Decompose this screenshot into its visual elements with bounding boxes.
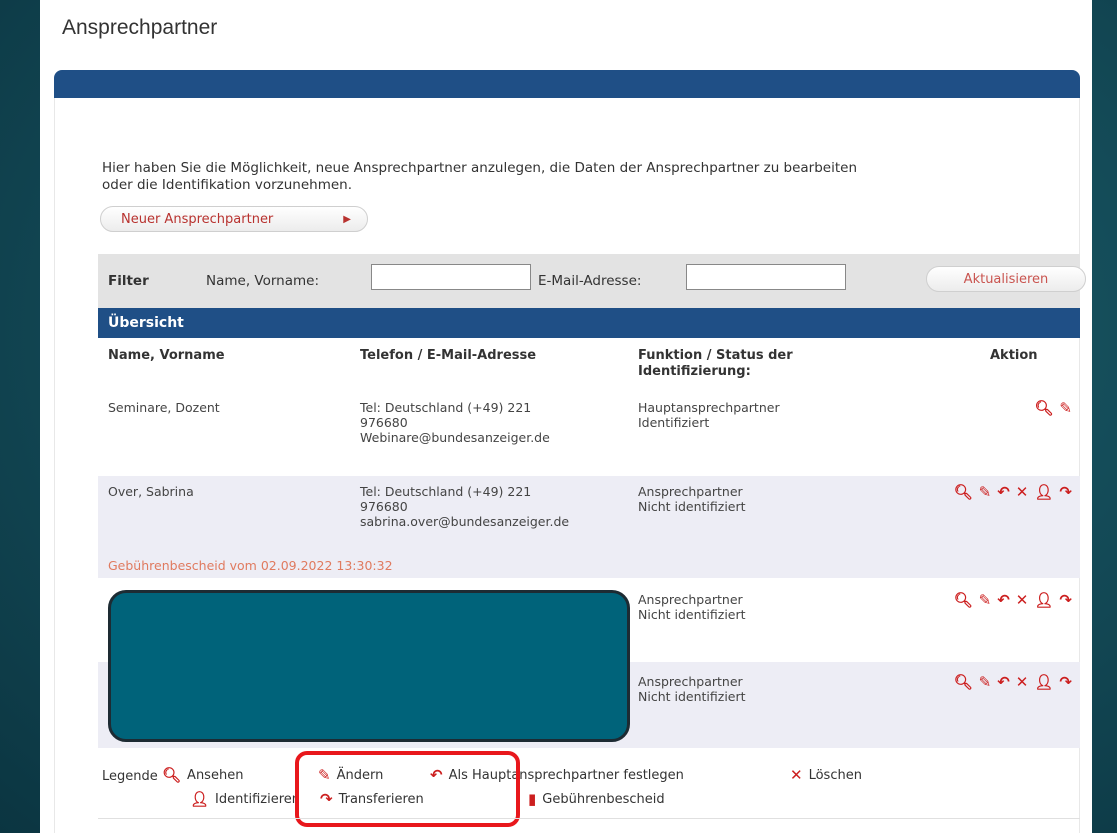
row-function-label: Ansprechpartner bbox=[638, 484, 743, 499]
legend-delete-label: Löschen bbox=[808, 767, 862, 783]
row-function: Hauptansprechpartner Identifiziert bbox=[638, 400, 780, 430]
row-actions: 🔍︎ ✎ ↶ ✕ 👤︎ ↷ bbox=[954, 592, 1072, 608]
row-phone-1: Tel: Deutschland (+49) 221 bbox=[360, 400, 532, 415]
row-function: Ansprechpartner Nicht identifiziert bbox=[638, 674, 746, 704]
redaction-box bbox=[108, 590, 630, 742]
row-function: Ansprechpartner Nicht identifiziert bbox=[638, 484, 746, 514]
filter-title: Filter bbox=[108, 273, 149, 289]
row-status: Nicht identifiziert bbox=[638, 499, 746, 514]
col-name: Name, Vorname bbox=[108, 348, 225, 363]
legend-identify-label: Identifizieren bbox=[215, 791, 300, 807]
row-email: Webinare@bundesanzeiger.de bbox=[360, 430, 550, 445]
refresh-button[interactable]: Aktualisieren bbox=[926, 266, 1086, 292]
intro-line-1: Hier haben Sie die Möglichkeit, neue Ans… bbox=[102, 160, 858, 176]
col-function-line1: Funktion / Status der bbox=[638, 348, 793, 363]
fee-notice-link[interactable]: Gebührenbescheid vom 02.09.2022 13:30:32 bbox=[108, 558, 393, 573]
reply-icon[interactable]: ↶ bbox=[997, 592, 1010, 608]
legend-delete: ✕ Löschen bbox=[790, 766, 862, 784]
row-function-label: Ansprechpartner bbox=[638, 674, 743, 689]
row-status: Nicht identifiziert bbox=[638, 689, 746, 704]
intro-line-2: oder die Identifikation vorzunehmen. bbox=[102, 177, 353, 193]
view-icon[interactable]: 🔍︎ bbox=[954, 484, 973, 500]
email-filter-label: E-Mail-Adresse: bbox=[538, 273, 642, 289]
reply-icon[interactable]: ↶ bbox=[997, 484, 1010, 500]
name-filter-label: Name, Vorname: bbox=[206, 273, 320, 289]
view-icon[interactable]: 🔍︎ bbox=[954, 592, 973, 608]
play-arrow-icon: ▶ bbox=[343, 214, 351, 225]
edit-icon[interactable]: ✎ bbox=[979, 592, 992, 608]
delete-icon: ✕ bbox=[790, 766, 803, 784]
row-actions: 🔍︎ ✎ ↶ ✕ 👤︎ ↷ bbox=[954, 484, 1072, 500]
document-icon: ▮ bbox=[528, 790, 537, 808]
row-status: Identifiziert bbox=[638, 415, 710, 430]
panel-header-bar bbox=[54, 70, 1080, 98]
row-function-label: Ansprechpartner bbox=[638, 592, 743, 607]
col-contact: Telefon / E-Mail-Adresse bbox=[360, 348, 537, 363]
page-title: Ansprechpartner bbox=[62, 16, 218, 39]
legend-fee: ▮ Gebührenbescheid bbox=[528, 790, 665, 808]
identify-user-icon: 👤︎ bbox=[190, 790, 210, 808]
row-actions: 🔍︎ ✎ ↶ ✕ 👤︎ ↷ bbox=[954, 674, 1072, 690]
row-actions: 🔍︎ ✎ bbox=[1034, 400, 1072, 416]
annotation-highlight-box bbox=[295, 751, 520, 827]
legend-identify: 👤︎ Identifizieren bbox=[190, 790, 300, 808]
identify-user-icon[interactable]: 👤︎ bbox=[1034, 484, 1053, 500]
transfer-icon[interactable]: ↷ bbox=[1059, 484, 1072, 500]
view-icon[interactable]: 🔍︎ bbox=[954, 674, 973, 690]
transfer-icon[interactable]: ↷ bbox=[1059, 674, 1072, 690]
legend-view: 🔍︎ Ansehen bbox=[162, 766, 243, 784]
divider bbox=[98, 818, 1080, 819]
view-icon: 🔍︎ bbox=[162, 766, 182, 784]
row-phone-2: 976680 bbox=[360, 415, 408, 430]
legend-view-label: Ansehen bbox=[187, 767, 244, 783]
filter-bar: Filter Name, Vorname: E-Mail-Adresse: Ak… bbox=[98, 254, 1086, 308]
new-contact-button[interactable]: Neuer Ansprechpartner ▶ bbox=[100, 206, 368, 232]
delete-icon[interactable]: ✕ bbox=[1016, 592, 1029, 608]
col-function: Funktion / Status der Identifizierung: bbox=[638, 348, 793, 380]
col-action: Aktion bbox=[990, 348, 1038, 363]
overview-header: Übersicht bbox=[98, 308, 1080, 338]
edit-icon[interactable]: ✎ bbox=[979, 674, 992, 690]
row-contact: Tel: Deutschland (+49) 221 976680 Webina… bbox=[360, 400, 550, 445]
legend-fee-label: Gebührenbescheid bbox=[542, 791, 665, 807]
reply-icon[interactable]: ↶ bbox=[997, 674, 1010, 690]
table-row: Seminare, Dozent Tel: Deutschland (+49) … bbox=[98, 392, 1080, 470]
view-icon[interactable]: 🔍︎ bbox=[1034, 400, 1053, 416]
edit-icon[interactable]: ✎ bbox=[1059, 400, 1072, 416]
row-function-label: Hauptansprechpartner bbox=[638, 400, 780, 415]
row-contact: Tel: Deutschland (+49) 221 976680 sabrin… bbox=[360, 484, 569, 529]
name-filter-input[interactable] bbox=[371, 264, 531, 290]
row-email: sabrina.over@bundesanzeiger.de bbox=[360, 514, 570, 529]
identify-user-icon[interactable]: 👤︎ bbox=[1034, 592, 1053, 608]
row-function: Ansprechpartner Nicht identifiziert bbox=[638, 592, 746, 622]
row-name: Over, Sabrina bbox=[108, 484, 194, 499]
delete-icon[interactable]: ✕ bbox=[1016, 484, 1029, 500]
legend-title: Legende bbox=[102, 769, 158, 784]
row-status: Nicht identifiziert bbox=[638, 607, 746, 622]
col-function-line2: Identifizierung: bbox=[638, 364, 751, 379]
identify-user-icon[interactable]: 👤︎ bbox=[1034, 674, 1053, 690]
table-row: Over, Sabrina Tel: Deutschland (+49) 221… bbox=[98, 476, 1080, 578]
delete-icon[interactable]: ✕ bbox=[1016, 674, 1029, 690]
browser-window: Ansprechpartner Hier haben Sie die Mögli… bbox=[40, 0, 1092, 833]
row-phone-1: Tel: Deutschland (+49) 221 bbox=[360, 484, 532, 499]
intro-text: Hier haben Sie die Möglichkeit, neue Ans… bbox=[102, 160, 1042, 194]
row-name: Seminare, Dozent bbox=[108, 400, 220, 415]
transfer-icon[interactable]: ↷ bbox=[1059, 592, 1072, 608]
edit-icon[interactable]: ✎ bbox=[979, 484, 992, 500]
email-filter-input[interactable] bbox=[686, 264, 846, 290]
row-phone-2: 976680 bbox=[360, 499, 408, 514]
new-contact-label: Neuer Ansprechpartner bbox=[121, 212, 274, 227]
